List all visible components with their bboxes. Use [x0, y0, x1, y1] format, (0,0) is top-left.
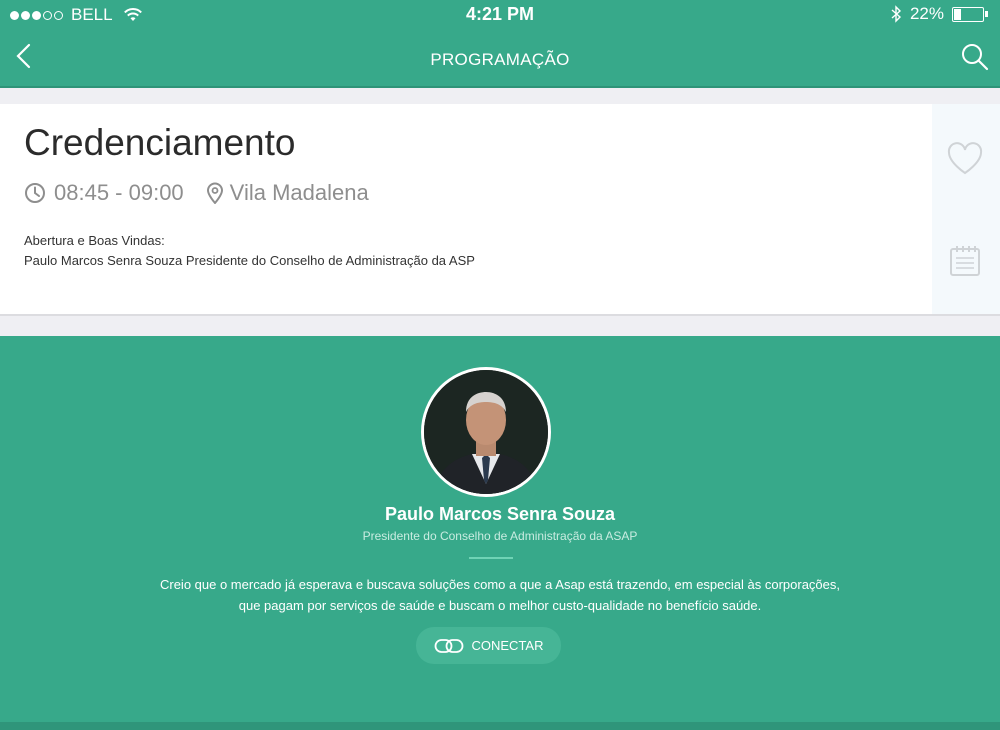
event-description: Abertura e Boas Vindas: Paulo Marcos Sen…	[24, 231, 475, 271]
event-location: Vila Madalena	[229, 180, 369, 205]
speaker-quote: Creio que o mercado já esperava e buscav…	[120, 574, 880, 616]
battery-level	[954, 8, 961, 20]
clock-icon	[25, 183, 45, 203]
event-meta: 08:45 - 09:00 Vila Madalena	[24, 180, 369, 206]
event-actions	[932, 104, 1000, 314]
link-icon	[434, 638, 463, 653]
speaker-name: Paulo Marcos Senra Souza	[384, 504, 616, 524]
quote-line: Creio que o mercado já esperava e buscav…	[159, 577, 840, 592]
search-icon	[962, 44, 989, 71]
footer-strip	[0, 722, 1000, 730]
add-to-calendar-button[interactable]	[949, 244, 981, 278]
description-line: Abertura e Boas Vindas:	[24, 233, 165, 248]
quote-line: que pagam por serviços de saúde e buscam…	[238, 598, 762, 613]
search-button[interactable]	[960, 42, 990, 72]
heart-icon	[947, 142, 983, 175]
speaker-photo	[424, 370, 548, 494]
clock-time: 4:21 PM	[465, 4, 535, 24]
status-right: 22%	[890, 4, 988, 24]
speaker-role: Presidente do Conselho de Administração …	[362, 529, 638, 543]
speaker-section: Paulo Marcos Senra Souza Presidente do C…	[0, 336, 1000, 730]
speaker-avatar	[421, 367, 551, 497]
event-card: Credenciamento 08:45 - 09:00 Vila Madale…	[0, 104, 1000, 316]
event-title: Credenciamento	[24, 122, 296, 163]
status-bar: BELL 4:21 PM 22%	[0, 0, 1000, 30]
connect-label: CONECTAR	[471, 638, 544, 653]
navigation-bar: PROGRAMAÇÃO	[0, 30, 1000, 88]
page-title: PROGRAMAÇÃO	[430, 50, 570, 69]
event-time: 08:45 - 09:00	[54, 180, 184, 205]
battery-percent: 22%	[909, 4, 944, 23]
calendar-icon	[950, 246, 980, 276]
divider	[469, 557, 513, 559]
location-pin-icon	[206, 182, 223, 204]
connect-button[interactable]: CONECTAR	[416, 627, 561, 664]
description-line: Paulo Marcos Senra Souza Presidente do C…	[24, 253, 475, 268]
battery-icon	[952, 6, 984, 22]
battery-tip	[985, 11, 988, 17]
bluetooth-icon	[891, 5, 901, 23]
favorite-button[interactable]	[946, 142, 984, 176]
